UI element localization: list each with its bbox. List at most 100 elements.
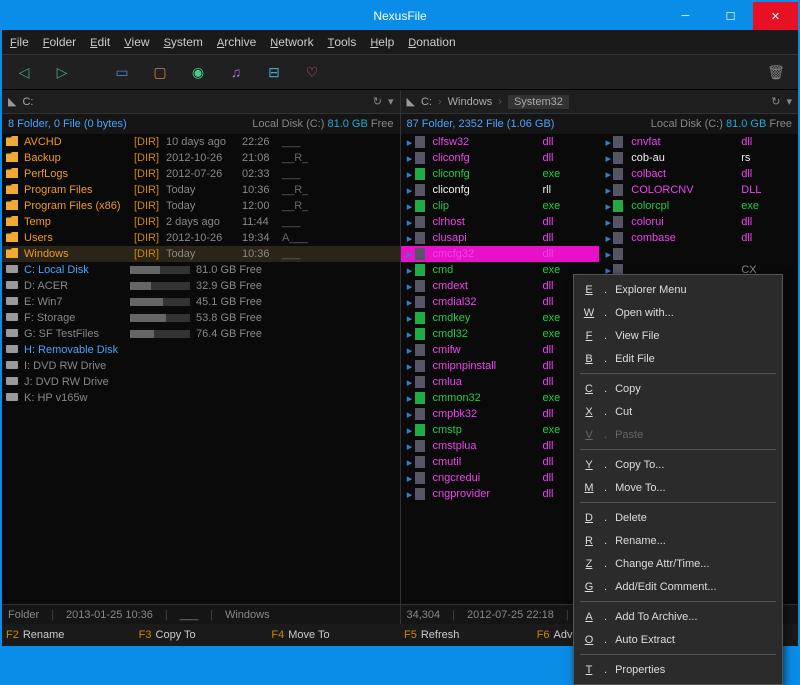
menu-folder[interactable]: Folder bbox=[43, 35, 76, 49]
music-button[interactable]: ♫ bbox=[222, 60, 250, 84]
ctx-rename-[interactable]: R.Rename... bbox=[574, 529, 782, 552]
folder-row[interactable]: Windows[DIR]Today10:36___ bbox=[2, 246, 400, 262]
view-button[interactable]: ▭ bbox=[108, 60, 136, 84]
ctx-edit-file[interactable]: B.Edit File bbox=[574, 347, 782, 370]
file-row[interactable]: ▸coloruidll bbox=[599, 214, 798, 230]
minimize-button[interactable]: ─ bbox=[663, 2, 708, 30]
folder-button[interactable]: ▢ bbox=[146, 60, 174, 84]
file-row[interactable]: ▸clrhostdll bbox=[401, 214, 600, 230]
path-crumb[interactable]: Windows bbox=[448, 96, 493, 108]
folder-row[interactable]: Program Files (x86)[DIR]Today12:00__R_ bbox=[2, 198, 400, 214]
folder-row[interactable]: Backup[DIR]2012-10-2621:08__R_ bbox=[2, 150, 400, 166]
menu-donation[interactable]: Donation bbox=[408, 35, 455, 49]
file-row[interactable]: ▸cmdl32exe bbox=[401, 326, 600, 342]
file-row[interactable]: ▸cmmon32exe bbox=[401, 390, 600, 406]
file-row[interactable]: ▸cngcreduidll bbox=[401, 470, 600, 486]
file-row[interactable]: ▸cmstpluadll bbox=[401, 438, 600, 454]
ctx-add-edit-comment-[interactable]: G.Add/Edit Comment... bbox=[574, 575, 782, 598]
file-row[interactable]: ▸cmstpexe bbox=[401, 422, 600, 438]
file-row[interactable]: ▸cob-aurs bbox=[599, 150, 798, 166]
folder-row[interactable]: Users[DIR]2012-10-2619:34A___ bbox=[2, 230, 400, 246]
disk-button[interactable]: ⊟ bbox=[260, 60, 288, 84]
drive-row[interactable]: F: Storage53.8 GB Free bbox=[2, 310, 400, 326]
file-row[interactable]: ▸cliconfgdll bbox=[401, 150, 600, 166]
file-row[interactable]: ▸cliconfgrll bbox=[401, 182, 600, 198]
drive-row[interactable]: D: ACER32.9 GB Free bbox=[2, 278, 400, 294]
file-row[interactable]: ▸clfsw32dll bbox=[401, 134, 600, 150]
file-row[interactable]: ▸cmdkeyexe bbox=[401, 310, 600, 326]
folder-row[interactable]: Temp[DIR]2 days ago11:44___ bbox=[2, 214, 400, 230]
ctx-properties[interactable]: T.Properties bbox=[574, 658, 782, 681]
menu-edit[interactable]: Edit bbox=[90, 35, 110, 49]
file-row[interactable]: ▸colbactdll bbox=[599, 166, 798, 182]
file-row[interactable]: ▸COLORCNVDLL bbox=[599, 182, 798, 198]
folder-row[interactable]: AVCHD[DIR]10 days ago22:26___ bbox=[2, 134, 400, 150]
drive-row[interactable]: E: Win745.1 GB Free bbox=[2, 294, 400, 310]
nav-back-button[interactable]: ◁ bbox=[10, 60, 38, 84]
file-row[interactable]: ▸combasedll bbox=[599, 230, 798, 246]
nav-forward-button[interactable]: ▷ bbox=[48, 60, 76, 84]
file-row[interactable]: ▸cngproviderdll bbox=[401, 486, 600, 502]
file-row[interactable]: ▸cnvfatdll bbox=[599, 134, 798, 150]
file-row[interactable]: ▸cmdexe bbox=[401, 262, 600, 278]
file-row[interactable]: ▸cmcfg32dll bbox=[401, 246, 600, 262]
ctx-explorer-menu[interactable]: E.Explorer Menu bbox=[574, 278, 782, 301]
right-pathbar[interactable]: ◣ C: › Windows › System32 ↻ ▾ bbox=[401, 90, 799, 114]
fkey-F3[interactable]: F3Copy To bbox=[135, 629, 268, 641]
file-row[interactable]: ▸ bbox=[599, 246, 798, 262]
ctx-copy-to-[interactable]: Y.Copy To... bbox=[574, 453, 782, 476]
drive-row[interactable]: K: HP v165w bbox=[2, 390, 400, 406]
fkey-F5[interactable]: F5Refresh bbox=[400, 629, 533, 641]
file-row[interactable]: ▸clusapidll bbox=[401, 230, 600, 246]
file-row[interactable]: ▸cmluadll bbox=[401, 374, 600, 390]
fkey-F4[interactable]: F4Move To bbox=[267, 629, 400, 641]
menu-view[interactable]: View bbox=[124, 35, 149, 49]
ctx-change-attr-time-[interactable]: Z.Change Attr/Time... bbox=[574, 552, 782, 575]
dropdown-icon[interactable]: ▾ bbox=[786, 95, 792, 108]
folder-row[interactable]: PerfLogs[DIR]2012-07-2602:33___ bbox=[2, 166, 400, 182]
ctx-view-file[interactable]: F.View File bbox=[574, 324, 782, 347]
drive-row[interactable]: I: DVD RW Drive bbox=[2, 358, 400, 374]
left-pathbar[interactable]: ◣ C: ↻ ▾ bbox=[2, 90, 400, 114]
drive-row[interactable]: H: Removable Disk bbox=[2, 342, 400, 358]
drive-row[interactable]: C: Local Disk81.0 GB Free bbox=[2, 262, 400, 278]
file-row[interactable]: ▸cmdextdll bbox=[401, 278, 600, 294]
file-row[interactable]: ▸cliconfgexe bbox=[401, 166, 600, 182]
refresh-icon[interactable]: ↻ bbox=[771, 95, 780, 108]
ctx-copy[interactable]: C.Copy bbox=[574, 377, 782, 400]
ctx-add-to-archive-[interactable]: A.Add To Archive... bbox=[574, 605, 782, 628]
menu-help[interactable]: Help bbox=[370, 35, 394, 49]
menu-system[interactable]: System bbox=[164, 35, 203, 49]
menu-file[interactable]: File bbox=[10, 35, 29, 49]
file-row[interactable]: ▸cmipnpinstalldll bbox=[401, 358, 600, 374]
ctx-move-to-[interactable]: M.Move To... bbox=[574, 476, 782, 499]
trash-button[interactable]: 🗑 bbox=[762, 60, 790, 84]
file-row[interactable]: ▸cmifwdll bbox=[401, 342, 600, 358]
menu-network[interactable]: Network bbox=[270, 35, 313, 49]
ctx-delete[interactable]: D.Delete bbox=[574, 506, 782, 529]
drive-row[interactable]: J: DVD RW Drive bbox=[2, 374, 400, 390]
titlebar[interactable]: NexusFile ─ ☐ ✕ bbox=[2, 2, 798, 30]
folder-row[interactable]: Program Files[DIR]Today10:36__R_ bbox=[2, 182, 400, 198]
favorite-button[interactable]: ♡ bbox=[298, 60, 326, 84]
file-row[interactable]: ▸cmutildll bbox=[401, 454, 600, 470]
dropdown-icon[interactable]: ▾ bbox=[388, 95, 394, 108]
file-row[interactable]: ▸clipexe bbox=[401, 198, 600, 214]
maximize-button[interactable]: ☐ bbox=[708, 2, 753, 30]
close-button[interactable]: ✕ bbox=[753, 2, 798, 30]
path-crumb[interactable]: C: bbox=[421, 96, 432, 108]
ctx-open-with-[interactable]: W.Open with... bbox=[574, 301, 782, 324]
refresh-icon[interactable]: ↻ bbox=[373, 95, 382, 108]
camera-button[interactable]: ◉ bbox=[184, 60, 212, 84]
file-row[interactable]: ▸cmdial32dll bbox=[401, 294, 600, 310]
fkey-F2[interactable]: F2Rename bbox=[2, 629, 135, 641]
drive-row[interactable]: G: SF TestFiles76.4 GB Free bbox=[2, 326, 400, 342]
file-row[interactable]: ▸cmpbk32dll bbox=[401, 406, 600, 422]
path-crumb[interactable]: System32 bbox=[508, 95, 569, 109]
left-filelist[interactable]: AVCHD[DIR]10 days ago22:26___Backup[DIR]… bbox=[2, 134, 400, 604]
path-crumb[interactable]: C: bbox=[22, 96, 33, 108]
menu-archive[interactable]: Archive bbox=[217, 35, 256, 49]
menu-tools[interactable]: Tools bbox=[328, 35, 357, 49]
file-row[interactable]: ▸colorcplexe bbox=[599, 198, 798, 214]
ctx-cut[interactable]: X.Cut bbox=[574, 400, 782, 423]
